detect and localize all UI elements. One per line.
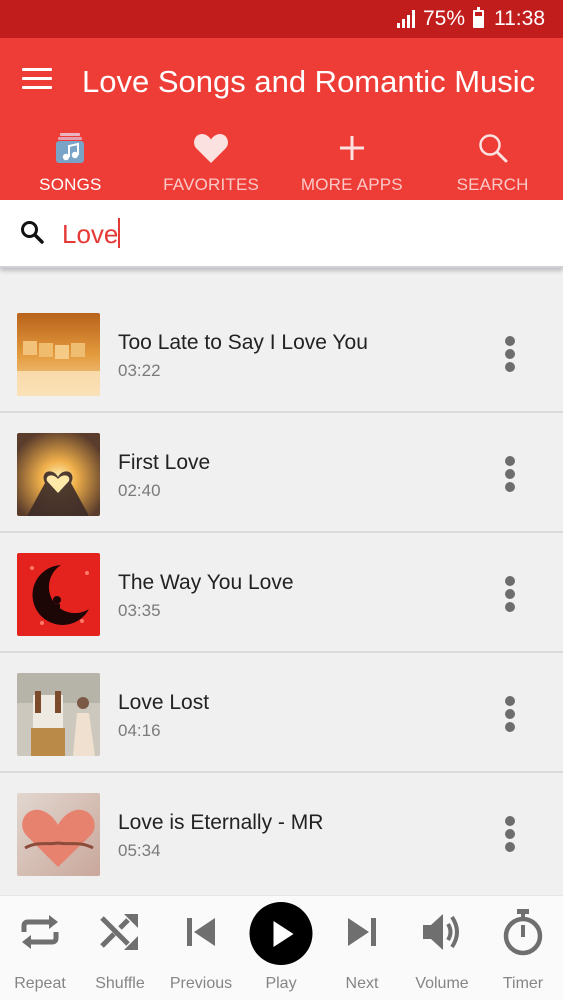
- song-duration: 03:22: [118, 361, 161, 380]
- previous-label: Previous: [169, 975, 233, 992]
- player-controls: Repeat Shuffle Previous Play Next Volume…: [0, 895, 563, 1000]
- song-duration: 05:34: [118, 841, 161, 860]
- clock: 11:38: [494, 7, 545, 30]
- tab-search-label: SEARCH: [456, 175, 529, 194]
- previous-icon: [177, 908, 225, 956]
- volume-icon: [418, 908, 466, 956]
- status-bar: 75% 11:38: [0, 0, 563, 38]
- list-item[interactable]: Love Lost 04:16: [0, 653, 563, 773]
- more-options-icon[interactable]: [498, 453, 522, 493]
- heart-icon: [191, 130, 231, 166]
- song-list: Too Late to Say I Love You 03:22 First L…: [0, 293, 563, 893]
- plus-icon: [332, 130, 372, 166]
- next-button[interactable]: Next: [322, 896, 402, 1000]
- next-icon: [338, 908, 386, 956]
- music-library-icon: [50, 130, 90, 166]
- search-input[interactable]: Love: [62, 218, 121, 250]
- app-title: Love Songs and Romantic Music: [82, 64, 536, 99]
- repeat-button[interactable]: Repeat: [0, 896, 80, 1000]
- play-label: Play: [265, 975, 297, 992]
- repeat-icon: [16, 908, 64, 956]
- more-options-icon[interactable]: [498, 573, 522, 613]
- song-thumbnail: [17, 433, 100, 516]
- text-cursor: [118, 218, 121, 248]
- search-bar: Love: [0, 200, 563, 268]
- song-thumbnail: [17, 553, 100, 636]
- song-title: Love is Eternally - MR: [118, 811, 324, 834]
- song-thumbnail: [17, 673, 100, 756]
- tab-favorites-label: FAVORITES: [163, 175, 260, 194]
- tab-bar: SONGS FAVORITES MORE APPS SEARCH: [0, 126, 563, 200]
- tab-favorites[interactable]: FAVORITES: [141, 126, 282, 200]
- shuffle-label: Shuffle: [95, 975, 145, 992]
- list-item[interactable]: The Way You Love 03:35: [0, 533, 563, 653]
- song-thumbnail: [17, 793, 100, 876]
- song-title: The Way You Love: [118, 571, 294, 594]
- battery-percentage: 75%: [422, 7, 465, 30]
- list-item[interactable]: First Love 02:40: [0, 413, 563, 533]
- next-label: Next: [345, 975, 379, 992]
- volume-button[interactable]: Volume: [402, 896, 482, 1000]
- list-item[interactable]: Too Late to Say I Love You 03:22: [0, 293, 563, 413]
- timer-button[interactable]: Timer: [483, 896, 563, 1000]
- more-options-icon[interactable]: [498, 693, 522, 733]
- song-duration: 04:16: [118, 721, 161, 740]
- song-title: Love Lost: [118, 691, 210, 714]
- more-options-icon[interactable]: [498, 813, 522, 853]
- play-icon: [249, 902, 313, 965]
- search-icon: [473, 130, 513, 166]
- menu-icon[interactable]: [22, 68, 54, 94]
- volume-label: Volume: [415, 975, 469, 992]
- song-title: Too Late to Say I Love You: [118, 331, 368, 354]
- play-button[interactable]: Play: [241, 896, 321, 1000]
- song-duration: 02:40: [118, 481, 161, 500]
- shuffle-icon: [96, 908, 144, 956]
- timer-icon: [499, 908, 547, 956]
- more-options-icon[interactable]: [498, 333, 522, 373]
- timer-label: Timer: [502, 975, 544, 992]
- song-duration: 03:35: [118, 601, 161, 620]
- tab-songs[interactable]: SONGS: [0, 126, 141, 200]
- tab-songs-label: SONGS: [39, 175, 102, 194]
- search-input-value: Love: [62, 219, 119, 249]
- tab-more-apps[interactable]: MORE APPS: [282, 126, 423, 200]
- search-icon: [20, 220, 46, 246]
- battery-icon: [473, 7, 484, 28]
- song-thumbnail: [17, 313, 100, 396]
- tab-more-apps-label: MORE APPS: [300, 175, 403, 194]
- repeat-label: Repeat: [14, 975, 66, 992]
- previous-button[interactable]: Previous: [161, 896, 241, 1000]
- shuffle-button[interactable]: Shuffle: [80, 896, 160, 1000]
- song-title: First Love: [118, 451, 211, 474]
- tab-search[interactable]: SEARCH: [422, 126, 563, 200]
- signal-icon: [396, 10, 415, 28]
- app-header: Love Songs and Romantic Music SONGS FAVO…: [0, 38, 563, 200]
- list-item[interactable]: Love is Eternally - MR 05:34: [0, 773, 563, 893]
